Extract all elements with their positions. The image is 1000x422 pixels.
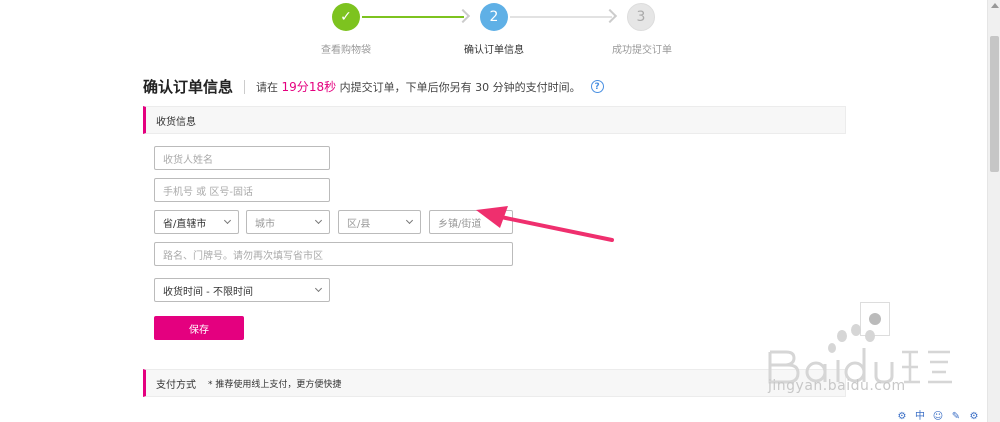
order-stepper: ✓ 2 3 查看购物袋 确认订单信息 成功提交订单	[0, 0, 1000, 60]
heading-divider	[244, 79, 246, 94]
countdown-min-unit: 分	[296, 80, 309, 94]
step-pending: 3	[627, 3, 655, 31]
chevron-down-icon	[314, 216, 323, 225]
city-value: 城市	[255, 218, 275, 230]
street-address-input[interactable]: 路名、门牌号。请勿再次填写省市区	[154, 242, 513, 266]
page-heading: 确认订单信息 请在 19 分 18 秒 内提交订单，下单后你另有 30 分钟的支…	[143, 76, 604, 97]
step-line-1	[362, 16, 464, 18]
step-label-cart: 查看购物袋	[321, 45, 371, 56]
chevron-down-icon	[314, 284, 323, 293]
page-title: 确认订单信息	[143, 78, 234, 96]
phone-input[interactable]: 手机号 或 区号-固话	[154, 178, 330, 202]
province-select[interactable]: 省/直辖市	[154, 210, 239, 234]
payment-section-header: 支付方式 * 推荐使用线上支付，更方便快捷	[143, 369, 846, 397]
step-done-check-icon: ✓	[332, 3, 360, 31]
chevron-down-icon	[223, 216, 232, 225]
chinese-input-icon[interactable]: 中	[914, 411, 926, 422]
countdown-note: 请在 19 分 18 秒 内提交订单，下单后你另有 30 分钟的支付时间。 ?	[256, 78, 604, 95]
chevron-right-icon	[602, 8, 618, 24]
countdown-seconds: 18	[308, 79, 325, 94]
smiley-icon[interactable]: ☺	[932, 411, 944, 422]
gear-icon[interactable]: ⚙	[896, 411, 908, 422]
help-icon[interactable]: ?	[590, 80, 604, 93]
watermark-url: jingyan.baidu.com	[768, 378, 906, 394]
province-value: 省/直辖市	[163, 218, 207, 230]
save-button[interactable]: 保存	[154, 316, 244, 340]
city-select[interactable]: 城市	[246, 210, 330, 234]
step-label-submitted: 成功提交订单	[612, 45, 672, 56]
step-label-confirm: 确认订单信息	[464, 45, 524, 56]
arrow-shaft	[494, 214, 614, 242]
town-value: 乡镇/街道	[438, 218, 482, 230]
payment-section-title: 支付方式	[156, 379, 196, 391]
vertical-scrollbar[interactable]	[987, 0, 1000, 422]
step-line-2	[510, 16, 612, 18]
note-prefix: 请在	[256, 80, 279, 94]
ime-toolbar: ⚙ 中 ☺ ✎ ⚙	[896, 411, 980, 422]
countdown-minutes: 19	[281, 79, 297, 94]
scroll-thumb[interactable]	[990, 36, 999, 172]
chevron-right-icon	[455, 8, 471, 24]
recipient-name-input[interactable]: 收货人姓名	[154, 146, 330, 170]
district-value: 区/县	[347, 218, 371, 230]
scroll-up-icon[interactable]	[991, 3, 999, 8]
shipping-section-header: 收货信息	[143, 106, 846, 134]
note-suffix: 内提交订单，下单后你另有 30 分钟的支付时间。	[339, 80, 581, 94]
district-select[interactable]: 区/县	[338, 210, 421, 234]
payment-note: * 推荐使用线上支付，更方便快捷	[208, 379, 342, 390]
countdown-sec-unit: 秒	[324, 80, 337, 94]
delivery-time-select[interactable]: 收货时间 - 不限时间	[154, 278, 330, 302]
step-current: 2	[480, 3, 508, 31]
chevron-down-icon	[405, 216, 414, 225]
town-select[interactable]: 乡镇/街道	[429, 210, 513, 234]
delivery-time-value: 收货时间 - 不限时间	[163, 286, 253, 298]
pen-icon[interactable]: ✎	[950, 411, 962, 422]
settings-icon[interactable]: ⚙	[968, 411, 980, 422]
shipping-section-title: 收货信息	[156, 116, 196, 128]
